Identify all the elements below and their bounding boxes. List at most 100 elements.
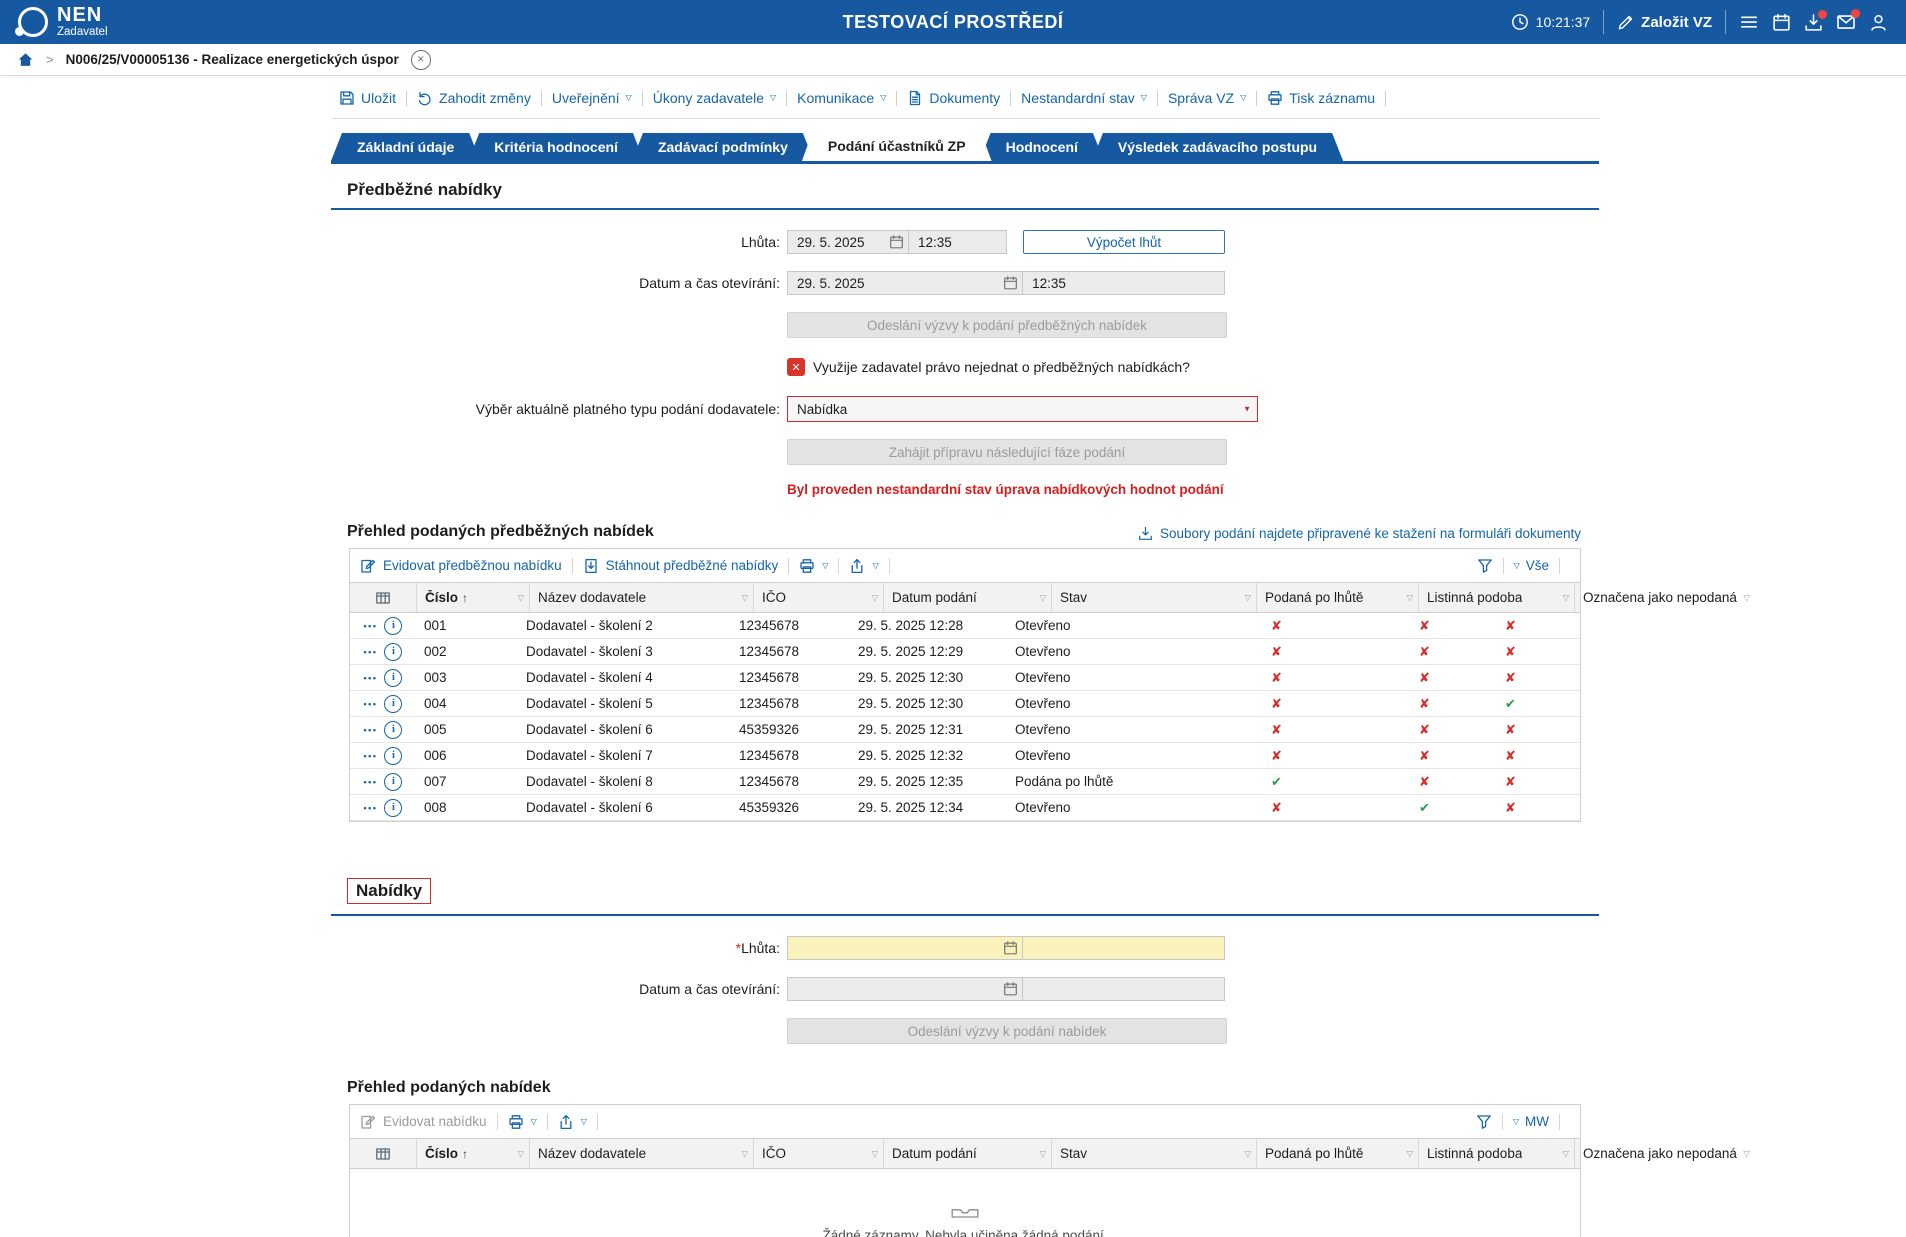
evidovat-predbeznou-button[interactable]: Evidovat předběžnou nabídku	[360, 558, 562, 574]
filter-value[interactable]: Vše	[1526, 558, 1549, 573]
column-header-datum-podani[interactable]: Datum podání ▽	[883, 1139, 1051, 1168]
filter-chevron-icon[interactable]: ▽	[1244, 1148, 1251, 1159]
vypocet-lhut-button[interactable]: Výpočet lhůt	[1023, 230, 1225, 254]
table-row[interactable]: ••• i 006 Dodavatel - školení 7 12345678 29. …	[350, 743, 1580, 769]
row-info-icon[interactable]: i	[384, 798, 403, 817]
row-menu-icon[interactable]: •••	[364, 699, 378, 709]
calendar-icon[interactable]	[1003, 276, 1018, 291]
create-vz-button[interactable]: Založit VZ	[1617, 14, 1712, 31]
otevirani-time-input[interactable]: 12:35	[1023, 271, 1225, 295]
toolbar-uverejneni[interactable]: Uveřejnění ▽	[552, 90, 632, 106]
tab-podani-ucastniku-zp[interactable]: Podání účastníků ZP	[802, 131, 992, 161]
column-header-cislo[interactable]: Číslo ↑ ▽	[416, 583, 529, 612]
filter-chevron-icon[interactable]: ▽	[1039, 1148, 1046, 1159]
column-config-cell[interactable]	[350, 583, 416, 612]
row-info-icon[interactable]: i	[384, 668, 403, 687]
row-menu-icon[interactable]: •••	[364, 673, 378, 683]
typ-podani-select[interactable]: Nabídka ▼	[787, 396, 1258, 422]
brand[interactable]: NEN Zadavatel	[15, 5, 108, 39]
column-header-oznacena-jako-nepodana[interactable]: Označena jako nepodaná ▽	[1574, 1139, 1755, 1168]
table-row[interactable]: ••• i 004 Dodavatel - školení 5 12345678 29. …	[350, 691, 1580, 717]
row-info-icon[interactable]: i	[384, 694, 403, 713]
column-header-oznacena-jako-nepodana[interactable]: Označena jako nepodaná ▽	[1574, 583, 1755, 612]
filter-chevron-icon[interactable]: ▽	[1562, 592, 1569, 603]
column-header-podana-po-lhute[interactable]: Podaná po lhůtě ▽	[1256, 583, 1418, 612]
toolbar-ulozit[interactable]: Uložit	[339, 90, 396, 106]
filter-value[interactable]: MW	[1525, 1114, 1549, 1129]
menu-icon[interactable]	[1739, 12, 1759, 32]
zahajit-fazi-button[interactable]: Zahájit přípravu následující fáze podání	[787, 439, 1227, 465]
row-menu-icon[interactable]: •••	[364, 725, 378, 735]
toolbar-zahodit-zmeny[interactable]: Zahodit změny	[417, 90, 531, 106]
column-config-cell[interactable]	[350, 1139, 416, 1168]
offers-otevirani-date-input[interactable]	[787, 977, 1024, 1001]
calendar-icon[interactable]	[1003, 982, 1018, 997]
tab-zadavaci-podminky[interactable]: Zadávací podmínky	[632, 133, 814, 161]
home-icon[interactable]	[17, 51, 34, 68]
files-link[interactable]: Soubory podání najdete připravené ke sta…	[1138, 526, 1581, 541]
lhuta-date-input[interactable]: 29. 5. 2025	[787, 230, 909, 254]
filter-chevron-icon[interactable]: ▽	[517, 1148, 524, 1159]
filter-chevron-icon[interactable]: ▽	[1743, 1148, 1750, 1159]
filter-chevron-icon[interactable]: ▽	[741, 592, 748, 603]
downloads-icon[interactable]	[1804, 9, 1827, 32]
column-header-listinna-podoba[interactable]: Listinná podoba ▽	[1418, 583, 1574, 612]
column-header-podana-po-lhute[interactable]: Podaná po lhůtě ▽	[1256, 1139, 1418, 1168]
filter-icon[interactable]	[1477, 558, 1493, 574]
row-menu-icon[interactable]: •••	[364, 777, 378, 787]
offers-lhuta-time-input[interactable]	[1023, 936, 1225, 960]
row-info-icon[interactable]: i	[384, 616, 403, 635]
checkbox-no-icon[interactable]: ✕	[787, 358, 805, 376]
table-row[interactable]: ••• i 005 Dodavatel - školení 6 45359326 29. …	[350, 717, 1580, 743]
filter-icon[interactable]	[1476, 1114, 1492, 1130]
row-menu-icon[interactable]: •••	[364, 803, 378, 813]
column-header-ico[interactable]: IČO ▽	[753, 1139, 883, 1168]
table-row[interactable]: ••• i 003 Dodavatel - školení 4 12345678 29. …	[350, 665, 1580, 691]
close-icon[interactable]: ✕	[410, 49, 431, 70]
table-row[interactable]: ••• i 008 Dodavatel - školení 6 45359326 29. …	[350, 795, 1580, 821]
toolbar-komunikace[interactable]: Komunikace ▽	[797, 90, 886, 106]
breadcrumb-item[interactable]: N006/25/V00005136 - Realizace energetick…	[66, 52, 399, 67]
offers-lhuta-date-input[interactable]	[787, 936, 1024, 960]
row-info-icon[interactable]: i	[384, 772, 403, 791]
tab-kriteria-hodnoceni[interactable]: Kritéria hodnocení	[468, 133, 644, 161]
row-info-icon[interactable]: i	[384, 720, 403, 739]
print-button[interactable]: ▽	[799, 558, 828, 574]
chevron-down-icon[interactable]: ▽	[1514, 561, 1520, 570]
offers-otevirani-time-input[interactable]	[1023, 977, 1225, 1001]
toolbar-ukony-zadavatele[interactable]: Úkony zadavatele ▽	[653, 90, 776, 106]
row-info-icon[interactable]: i	[384, 642, 403, 661]
row-menu-icon[interactable]: •••	[364, 647, 378, 657]
tab-zakladni-udaje[interactable]: Základní údaje	[331, 133, 480, 161]
export-button[interactable]: ▽	[558, 1114, 587, 1130]
filter-chevron-icon[interactable]: ▽	[871, 592, 878, 603]
filter-chevron-icon[interactable]: ▽	[517, 592, 524, 603]
column-header-nazev-dodavatele[interactable]: Název dodavatele ▽	[529, 583, 753, 612]
filter-chevron-icon[interactable]: ▽	[741, 1148, 748, 1159]
calendar-icon[interactable]	[889, 235, 904, 250]
chevron-down-icon[interactable]: ▽	[1513, 1117, 1519, 1126]
calendar-icon[interactable]	[1003, 941, 1018, 956]
toolbar-tisk-zaznamu[interactable]: Tisk záznamu	[1267, 90, 1375, 106]
filter-chevron-icon[interactable]: ▽	[1039, 592, 1046, 603]
messages-icon[interactable]	[1836, 9, 1860, 32]
column-header-stav[interactable]: Stav ▽	[1051, 1139, 1256, 1168]
filter-chevron-icon[interactable]: ▽	[1562, 1148, 1569, 1159]
table-row[interactable]: ••• i 001 Dodavatel - školení 2 12345678 29. …	[350, 613, 1580, 639]
filter-chevron-icon[interactable]: ▽	[1406, 1148, 1413, 1159]
filter-chevron-icon[interactable]: ▽	[1244, 592, 1251, 603]
column-header-cislo[interactable]: Číslo ↑ ▽	[416, 1139, 529, 1168]
toolbar-nestandardni-stav[interactable]: Nestandardní stav ▽	[1021, 90, 1147, 106]
tab-vysledek-zadavaciho-postupu[interactable]: Výsledek zadávacího postupu	[1092, 133, 1343, 161]
column-header-nazev-dodavatele[interactable]: Název dodavatele ▽	[529, 1139, 753, 1168]
table-row[interactable]: ••• i 007 Dodavatel - školení 8 12345678 29. …	[350, 769, 1580, 795]
stahnout-predbezne-button[interactable]: Stáhnout předběžné nabídky	[583, 558, 778, 574]
filter-chevron-icon[interactable]: ▽	[871, 1148, 878, 1159]
column-header-stav[interactable]: Stav ▽	[1051, 583, 1256, 612]
toolbar-sprava-vz[interactable]: Správa VZ ▽	[1168, 90, 1246, 106]
export-button[interactable]: ▽	[849, 558, 879, 574]
evidovat-nabidku-button[interactable]: Evidovat nabídku	[360, 1114, 487, 1130]
filter-chevron-icon[interactable]: ▽	[1406, 592, 1413, 603]
calendar-icon[interactable]	[1772, 13, 1791, 32]
row-info-icon[interactable]: i	[384, 746, 403, 765]
